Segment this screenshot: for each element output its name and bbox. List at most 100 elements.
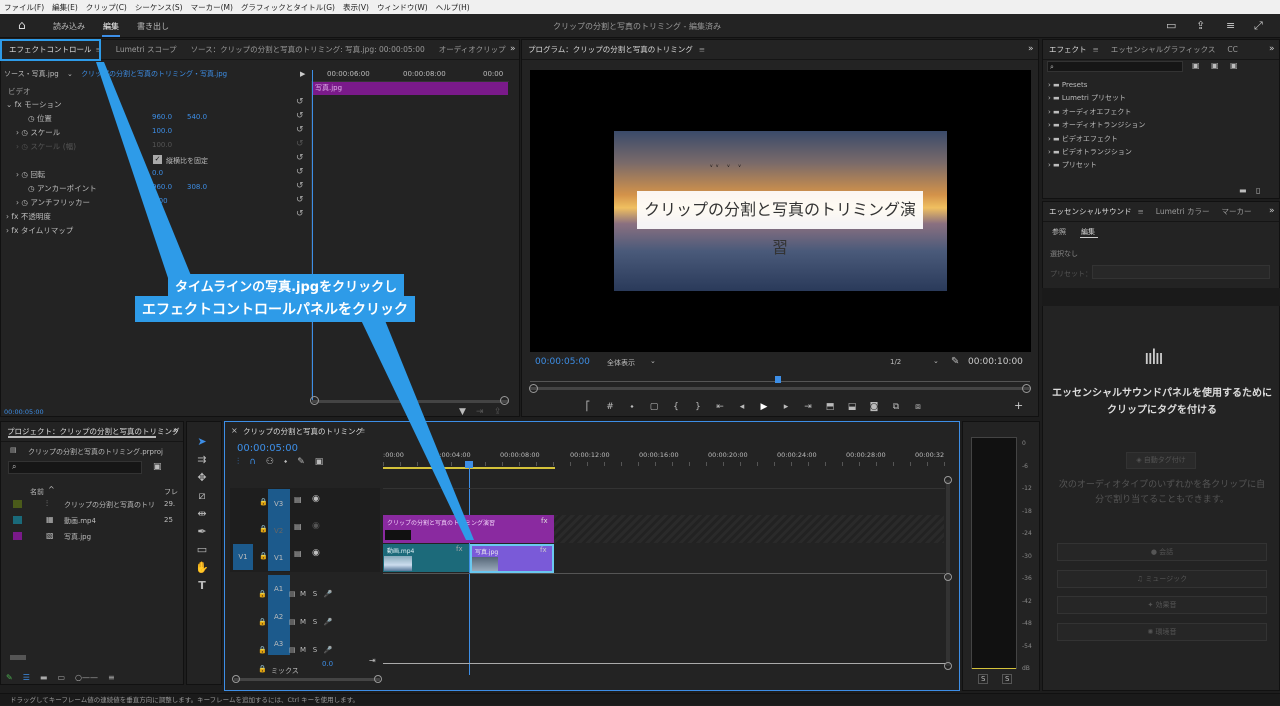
sync-lock-icon[interactable]: ▤ [294,522,302,531]
track-v2[interactable]: V2 [274,527,283,535]
eye-icon[interactable]: ◉ [312,548,320,558]
tab-source[interactable]: ソース：クリップの分割と写真のトリミング: 写真.jpg: 00:00:05:0… [191,44,425,55]
trash-icon[interactable]: ▯ [1256,186,1260,195]
ec-zoom-handle-end[interactable] [500,396,509,405]
scale-value[interactable]: 100.0 [152,127,172,135]
rectangle-tool-icon[interactable]: ▭ [194,541,210,559]
safe-margin-icon[interactable]: ▢ [646,399,662,415]
reset-icon[interactable]: ↺ [296,111,304,121]
lock-icon[interactable]: 🔒 [259,498,268,506]
sync-lock-icon[interactable]: ▤ [294,549,302,558]
ec-playhead[interactable] [312,70,313,400]
wrench-icon[interactable]: ✎ [951,356,959,367]
selection-tool-icon[interactable]: ➤ [194,433,210,451]
hand-tool-icon[interactable]: ✋ [194,559,210,577]
go-to-start-icon[interactable]: ⇤ [712,399,728,415]
tab-essential-sound[interactable]: エッセンシャルサウンド [1049,206,1132,217]
tab-export[interactable]: 書き出し [137,21,169,32]
reset-icon[interactable]: ↺ [296,195,304,205]
filter-icon[interactable]: ▼ [459,407,466,417]
opacity-row[interactable]: › fx 不透明度 [6,211,51,222]
reset-icon[interactable]: ↺ [296,97,304,107]
name-column[interactable]: 名前 [30,487,44,497]
tab-lumetri-scope[interactable]: Lumetri スコープ [116,44,177,55]
nest-icon[interactable]: ⫶ [237,457,239,469]
panel-menu-icon[interactable]: ≡ [1138,207,1144,216]
source-patch-v1[interactable]: V1 [233,544,253,570]
sort-icon[interactable]: ^ [48,485,55,494]
lock-icon[interactable]: 🔒 [259,525,268,533]
menu-marker[interactable]: マーカー(M) [191,2,233,13]
anchor-x[interactable]: 960.0 [152,183,172,191]
track-v3[interactable]: V3 [274,500,283,508]
project-scrollbar[interactable] [10,655,26,660]
position-y[interactable]: 540.0 [187,113,207,121]
go-to-end-icon[interactable]: ⇥ [800,399,816,415]
go-to-out-icon[interactable]: } [690,399,706,415]
photo-clip[interactable]: 写真.jpg fx [470,544,554,573]
reset-icon[interactable]: ↺ [296,181,304,191]
resolution-select[interactable]: 1/2 [890,358,901,366]
mark-out-icon[interactable]: # [602,399,618,415]
slip-tool-icon[interactable]: ⇹ [194,505,210,523]
program-zoom-handle[interactable] [529,384,538,393]
ec-ruler[interactable]: 00:00:06:00 00:00:08:00 00:00 [311,66,509,82]
ec-zoom-handle[interactable] [310,396,319,405]
tab-program[interactable]: プログラム：クリップの分割と写真のトリミング [528,44,693,55]
clip-path-label[interactable]: クリップの分割と写真のトリミング・写真.jpg [81,70,227,78]
prop-scale[interactable]: › ◷ スケール [16,127,60,138]
uniform-scale-checkbox[interactable]: ✓ [153,155,162,164]
compare-icon[interactable]: ⧉ [888,399,904,415]
sort-menu-icon[interactable]: ≡ [108,673,115,685]
list-item[interactable]: › ▬ Presets [1048,79,1228,92]
fit-select[interactable]: 全体表示 [607,358,635,368]
tab-lumetri-color[interactable]: Lumetri カラー [1156,206,1210,217]
pen-tool-icon[interactable]: ✒ [194,523,210,541]
eye-icon[interactable]: ◉ [312,494,320,504]
reset-icon[interactable]: ↺ [296,209,304,219]
prop-rotation[interactable]: › ◷ 回転 [16,169,45,180]
chevron-down-icon[interactable]: ⌄ [650,357,656,365]
menu-view[interactable]: 表示(V) [343,2,369,13]
tab-effects[interactable]: エフェクト [1049,44,1087,55]
solo-right[interactable]: S [1002,674,1013,684]
panel-overflow-icon[interactable]: » [1269,44,1275,54]
step-back-icon[interactable]: ◂ [734,399,750,415]
list-item[interactable]: › ▬ オーディオトランジション [1048,119,1228,132]
chevron-down-icon[interactable]: ⌄ [933,357,939,365]
tab-browse[interactable]: 参照 [1052,227,1066,237]
solo-left[interactable]: S [978,674,989,684]
home-icon[interactable]: ⌂ [18,19,32,32]
prop-anchor[interactable]: ◷ アンカーポイント [28,183,97,194]
program-playhead[interactable] [775,376,781,383]
fullscreen-icon[interactable]: ⤢ [1254,19,1263,33]
export-frame-icon[interactable]: ◙ [866,399,882,415]
tab-edit-sound[interactable]: 編集 [1081,227,1095,237]
sync-lock-icon[interactable]: ▤ [294,495,302,504]
eye-icon[interactable]: ◉ [312,521,320,531]
captions-icon[interactable]: ▣ [315,457,324,469]
multi-camera-icon[interactable]: ⧈ [910,399,926,415]
track-select-tool-icon[interactable]: ⇉ [194,451,210,469]
panel-overflow-icon[interactable]: » [510,44,516,54]
program-timecode[interactable]: 00:00:05:00 [535,357,590,367]
snap-icon[interactable]: ∩ [249,457,256,469]
zoom-slider[interactable]: ○—— [75,673,98,685]
tab-markers[interactable]: マーカー [1222,206,1252,217]
mix-value[interactable]: 0.0 [322,660,333,668]
timeremap-row[interactable]: › fx タイムリマップ [6,225,73,236]
tab-essential-graphics[interactable]: エッセンシャルグラフィックス [1111,44,1216,55]
prop-position[interactable]: ◷ 位置 [28,113,52,124]
ec-clip-bar[interactable]: 写真.jpg [312,82,508,95]
go-to-in-icon[interactable]: { [668,399,684,415]
razor-tool-icon[interactable]: ⧄ [194,487,210,505]
menu-edit[interactable]: 編集(E) [52,2,78,13]
anchor-y[interactable]: 308.0 [187,183,207,191]
icon-view-icon[interactable]: ▬ [40,673,48,685]
rotation-value[interactable]: 0.0 [152,169,163,177]
track-v1[interactable]: V1 [274,554,283,562]
pencil-icon[interactable]: ✎ [6,673,13,685]
panel-menu-icon[interactable]: ≡ [1093,45,1099,54]
motion-row[interactable]: ⌄ fx モーション [6,99,62,110]
menu-window[interactable]: ウィンドウ(W) [377,2,428,13]
